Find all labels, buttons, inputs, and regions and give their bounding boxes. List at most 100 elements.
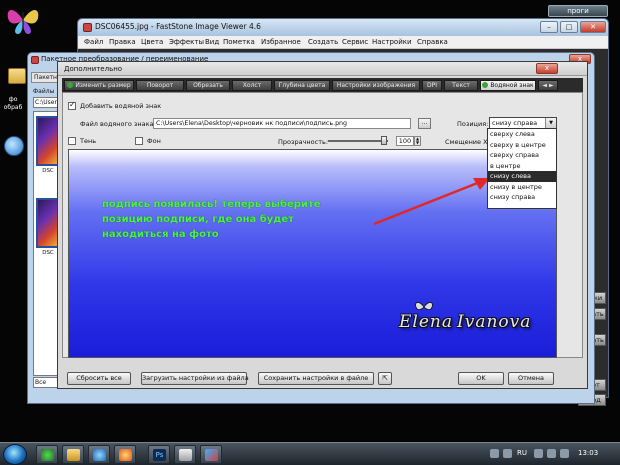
desktop-folder-label: фо обраб [3,96,23,111]
maximize-button[interactable]: □ [560,21,578,33]
chevron-down-icon[interactable]: ▼ [545,118,556,128]
signature-last-name: Ivanova [457,312,532,332]
desktop-shortcut-button[interactable]: проги [548,5,608,17]
menu-edit[interactable]: Правка [109,38,136,46]
menu-tools[interactable]: Сервис [342,38,368,46]
dialog-tabbar: Изменить размер Поворот Обрезать Холст Г… [62,78,583,92]
faststone-icon [205,449,218,461]
faststone-titlebar[interactable]: DSC06455.jpg - FastStone Image Viewer 4.… [78,19,608,36]
batch-files-label: Файлы [33,88,55,95]
tutorial-annotation: подпись появилась! теперь выберите позиц… [102,199,321,240]
volume-icon[interactable] [560,449,569,458]
tray-icon[interactable] [490,449,499,458]
cancel-button[interactable]: Отмена [508,372,554,385]
tab-watermark[interactable]: Водяной знак [480,80,536,91]
tray-icon[interactable] [503,449,512,458]
ok-button[interactable]: OK [458,372,504,385]
language-indicator[interactable]: RU [517,449,527,457]
position-option[interactable]: снизу справа [488,192,556,203]
dialog-title: Дополнительно [64,65,123,73]
dialog-titlebar[interactable]: Дополнительно x [58,62,587,76]
internet-explorer-icon[interactable] [4,136,24,156]
tab-text[interactable]: Текст [444,80,478,91]
start-button[interactable] [3,444,27,465]
export-icon[interactable]: ⇱ [378,372,392,385]
position-option-selected[interactable]: снизу слева [488,171,556,182]
red-arrow-icon [373,178,490,226]
signature-watermark: Elena Ivanova [399,300,556,348]
taskbar-app[interactable] [174,445,196,464]
minimize-button[interactable]: – [540,21,558,33]
opacity-label: Прозрачность: [278,138,329,146]
browser-icon [93,449,106,461]
position-option[interactable]: сверху в центре [488,140,556,151]
butterfly-logo-icon [7,10,39,34]
save-settings-button[interactable]: Сохранить настройки в файле [258,372,374,385]
taskbar-app[interactable] [200,445,222,464]
position-option[interactable]: сверху справа [488,150,556,161]
app-icon [83,23,92,32]
reset-button[interactable]: Сбросить все [67,372,131,385]
watermark-file-input[interactable]: C:\Users\Elena\Desktop\черновик нк подпи… [153,118,411,129]
menu-create[interactable]: Создать [308,38,338,46]
menu-bar: Файл Правка Цвета Эффекты Вид Пометка Из… [78,36,608,49]
media-player-icon [41,449,54,461]
position-option[interactable]: в центре [488,161,556,172]
taskbar-app[interactable]: Ps [148,445,170,464]
background-checkbox[interactable] [135,137,143,145]
tab-status-icon [67,82,74,88]
menu-view[interactable]: Вид [205,38,219,46]
browse-button[interactable]: ... [418,118,431,129]
opacity-slider-handle[interactable] [381,136,387,145]
position-option[interactable]: снизу в центре [488,182,556,193]
opacity-slider-track[interactable] [328,140,388,142]
position-label: Позиция: [457,120,489,128]
taskbar-app[interactable] [62,445,84,464]
tab-status-icon [482,82,489,88]
close-button[interactable]: ✕ [580,21,606,33]
background-label: Фон [147,137,161,145]
folder-icon [67,449,80,461]
tab-color-depth[interactable]: Глубина цвета [274,80,330,91]
tab-crop[interactable]: Обрезать [186,80,230,91]
position-dropdown-list: сверху слева сверху в центре сверху спра… [487,128,557,209]
clock[interactable]: 13:03 [578,449,598,457]
tab-rotate[interactable]: Поворот [136,80,184,91]
tab-scroll-arrows[interactable]: ◄ ► [538,80,558,91]
window-title: DSC06455.jpg - FastStone Image Viewer 4.… [95,22,261,31]
menu-tag[interactable]: Пометка [223,38,255,46]
taskbar-app[interactable] [88,445,110,464]
batch-app-icon [31,56,39,64]
menu-effects[interactable]: Эффекты [169,38,204,46]
taskbar-app[interactable] [36,445,58,464]
tab-resize[interactable]: Изменить размер [64,80,134,91]
desktop-folder-icon[interactable] [8,68,26,84]
tab-dpi[interactable]: DPI [422,80,442,91]
load-settings-button[interactable]: Загрузить настройки из файла [141,372,249,385]
photoshop-icon: Ps [153,449,166,461]
network-icon[interactable] [547,449,556,458]
taskbar: Ps RU 13:03 [0,442,620,465]
menu-colors[interactable]: Цвета [141,38,163,46]
menu-settings[interactable]: Настройки [372,38,412,46]
watermark-file-label: Файл водяного знака: [80,120,156,128]
signature-first-name: Elena [399,312,453,332]
dialog-close-button[interactable]: x [536,63,558,74]
taskbar-app[interactable] [114,445,136,464]
opacity-spinner[interactable]: ▲ ▼ [414,136,421,146]
tab-canvas[interactable]: Холст [232,80,272,91]
menu-favorites[interactable]: Избранное [261,38,301,46]
desktop: проги фо обраб DSC06455.jpg - FastStone … [0,0,620,465]
menu-file[interactable]: Файл [84,38,103,46]
add-watermark-label: Добавить водяной знак [80,102,162,110]
window-icon [179,449,192,461]
tab-image-settings[interactable]: Настройки изображения [332,80,420,91]
position-option[interactable]: сверху слева [488,129,556,140]
add-watermark-checkbox[interactable] [68,100,76,110]
shadow-checkbox[interactable] [68,137,76,145]
tray-icon[interactable] [534,449,543,458]
menu-help[interactable]: Справка [417,38,448,46]
app-icon [119,449,132,461]
opacity-input[interactable]: 100 [396,136,414,146]
shadow-label: Тень [80,137,97,145]
